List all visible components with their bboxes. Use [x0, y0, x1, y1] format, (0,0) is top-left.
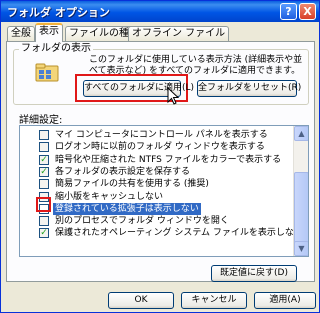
advanced-setting-label: マイ コンピュータにコントロール パネルを表示する — [55, 130, 268, 140]
mouse-cursor-icon — [167, 87, 179, 105]
vertical-scrollbar[interactable]: ▲ ▼ — [293, 126, 308, 256]
cancel-button[interactable]: キャンセル — [181, 292, 247, 309]
folder-view-legend: フォルダの表示 — [19, 43, 93, 55]
advanced-setting-label: 簡易ファイルの共有を使用する (推奨) — [55, 179, 209, 190]
checkbox-checked[interactable]: ✓ — [39, 166, 49, 177]
scroll-up-icon[interactable]: ▲ — [294, 126, 308, 141]
advanced-setting-label: 登録されている拡張子は表示しない — [53, 202, 201, 215]
advanced-setting-label: 縮小版をキャッシュしない — [55, 191, 164, 202]
advanced-setting-row[interactable]: 簡易ファイルの共有を使用する (推奨) — [20, 178, 294, 190]
window-title: フォルダ オプション — [7, 6, 110, 19]
advanced-setting-label: ログオン時に以前のフォルダ ウィンドウを表示する — [55, 142, 265, 153]
close-button[interactable]: X — [299, 3, 316, 20]
help-button[interactable]: ? — [280, 3, 297, 20]
checkbox-unchecked[interactable] — [39, 130, 49, 140]
apply-button[interactable]: 適用(A) — [254, 292, 316, 309]
folder-view-icon — [35, 63, 59, 82]
checkbox-unchecked[interactable] — [39, 142, 49, 153]
advanced-setting-label: 保護されたオペレーティング システム ファイルを表示しない (推奨) — [55, 228, 309, 239]
advanced-settings-list[interactable]: マイ コンピュータにコントロール パネルを表示する ログオン時に以前のフォルダ ウ… — [19, 125, 309, 257]
checkbox-unchecked[interactable] — [39, 216, 49, 227]
advanced-setting-row[interactable]: 縮小版をキャッシュしない — [20, 191, 294, 203]
scroll-thumb[interactable] — [294, 172, 308, 244]
advanced-setting-row[interactable]: ✓ 暗号化や圧縮された NTFS ファイルをカラーで表示する — [20, 154, 294, 166]
ok-button[interactable]: OK — [108, 292, 174, 309]
close-icon: X — [303, 5, 312, 18]
checkbox-unchecked[interactable] — [39, 179, 49, 190]
advanced-setting-row[interactable]: 登録されている拡張子は表示しない — [20, 202, 294, 215]
help-icon: ? — [285, 5, 292, 18]
folder-options-dialog: フォルダ オプション ? X 全般 表示 ファイルの種類 オフライン ファイル … — [0, 0, 320, 313]
restore-defaults-button[interactable]: 既定値に戻す(D) — [211, 265, 297, 282]
advanced-setting-row[interactable]: 別のプロセスでフォルダ ウィンドウを開く — [20, 215, 294, 227]
checkbox-checked[interactable]: ✓ — [39, 228, 49, 239]
tab-view[interactable]: 表示 — [35, 23, 63, 42]
tab-offline-files[interactable]: オフライン ファイル — [128, 26, 230, 41]
checkbox-checked[interactable]: ✓ — [39, 154, 49, 165]
advanced-setting-row[interactable]: ✓ 各フォルダの表示設定を保存する — [20, 166, 294, 178]
advanced-setting-row[interactable]: マイ コンピュータにコントロール パネルを表示する — [20, 129, 294, 141]
advanced-setting-label: 別のプロセスでフォルダ ウィンドウを開く — [55, 216, 229, 227]
advanced-setting-label: 暗号化や圧縮された NTFS ファイルをカラーで表示する — [55, 154, 282, 165]
advanced-setting-row[interactable]: ✓ 保護されたオペレーティング システム ファイルを表示しない (推奨) — [20, 227, 308, 239]
advanced-setting-row[interactable]: ログオン時に以前のフォルダ ウィンドウを表示する — [20, 141, 294, 153]
reset-all-folders-button[interactable]: 全フォルダをリセット(R) — [197, 80, 301, 97]
tab-general[interactable]: 全般 — [7, 26, 35, 41]
advanced-settings-items: マイ コンピュータにコントロール パネルを表示する ログオン時に以前のフォルダ ウ… — [20, 126, 308, 256]
scroll-down-icon[interactable]: ▼ — [294, 241, 308, 256]
title-bar[interactable]: フォルダ オプション ? X — [1, 1, 319, 22]
checkbox-highlight-annotation — [36, 197, 51, 212]
advanced-setting-label: 各フォルダの表示設定を保存する — [55, 166, 191, 177]
